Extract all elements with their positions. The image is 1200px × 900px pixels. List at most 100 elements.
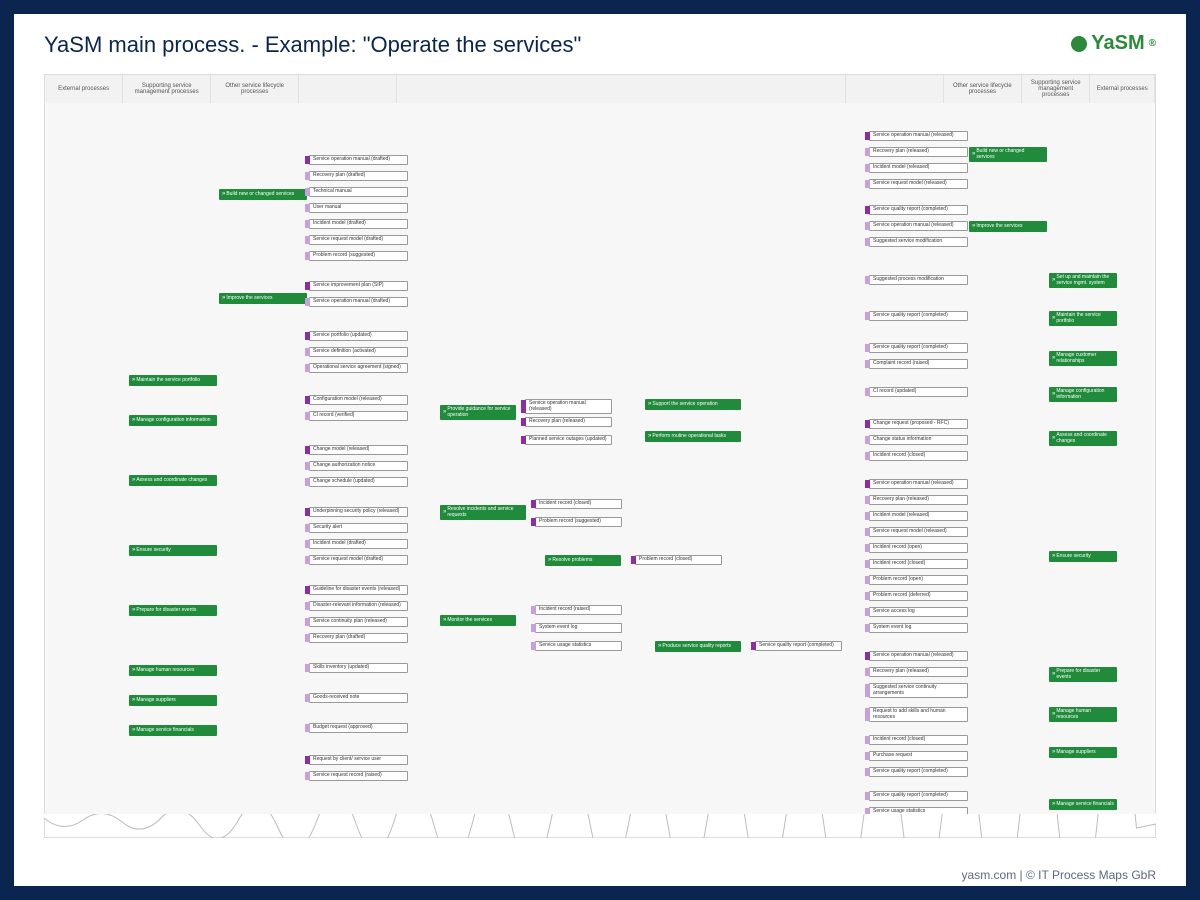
center-top-proc-1: »Perform routine operational tasks xyxy=(645,431,741,442)
right-process-2: »Set up and maintain the service mgmt. s… xyxy=(1049,273,1117,288)
right-doc-1: Recovery plan (released) xyxy=(869,147,968,157)
right-doc-28: Request to add skills and human resource… xyxy=(869,707,968,722)
left-process-0: »Build new or changed services xyxy=(219,189,307,200)
left-doc-0: Service operation manual (drafted) xyxy=(309,155,408,165)
lane-life-l: Other service lifecycle processes xyxy=(211,75,299,103)
center-monitor: »Monitor the services xyxy=(440,615,516,626)
torn-edge xyxy=(44,814,1156,838)
lane-ext-l: External processes xyxy=(45,75,123,103)
right-process-11: »Manage service financials xyxy=(1049,799,1117,810)
left-process-1: »Improve the services xyxy=(219,293,307,304)
center-top-doc-0: Service operation manual (released) xyxy=(525,399,612,414)
registered-mark: ® xyxy=(1149,38,1156,49)
left-doc-12: Configuration model (released) xyxy=(309,395,408,405)
page-title: YaSM main process. - Example: "Operate t… xyxy=(44,32,581,58)
left-doc-9: Service portfolio (updated) xyxy=(309,331,408,341)
lane-body-life-l xyxy=(215,103,306,835)
center-resolve: »Resolve incidents and service requests xyxy=(440,505,526,520)
left-doc-7: Service improvement plan (SIP) xyxy=(309,281,408,291)
lane-center xyxy=(397,75,846,103)
left-doc-4: Incident model (drafted) xyxy=(309,219,408,229)
lane-body-sup-r xyxy=(1045,103,1116,835)
right-doc-3: Service request model (released) xyxy=(869,179,968,189)
left-doc-11: Operational service agreement (signed) xyxy=(309,363,408,373)
right-process-10: »Manage suppliers xyxy=(1049,747,1117,758)
lane-body-ext-r xyxy=(1115,103,1156,835)
right-doc-18: Service request model (released) xyxy=(869,527,968,537)
right-doc-19: Incident record (open) xyxy=(869,543,968,553)
left-process-2: »Maintain the service portfolio xyxy=(129,375,217,386)
right-process-8: »Prepare for disaster events xyxy=(1049,667,1117,682)
lane-life-r: Other service lifecycle processes xyxy=(944,75,1022,103)
right-doc-9: Service quality report (completed) xyxy=(869,343,968,353)
footer: yasm.com | © IT Process Maps GbR xyxy=(962,868,1156,882)
right-doc-17: Incident model (released) xyxy=(869,511,968,521)
center-monitor-doc-1: System event log xyxy=(535,623,622,633)
lane-body-center xyxy=(405,103,866,835)
left-doc-15: Change authorization notice xyxy=(309,461,408,471)
left-doc-2: Technical manual xyxy=(309,187,408,197)
left-doc-3: User manual xyxy=(309,203,408,213)
left-doc-27: Budget request (approved) xyxy=(309,723,408,733)
right-process-3: »Maintain the service portfolio xyxy=(1049,311,1117,326)
center-resolve-problems: »Resolve problems xyxy=(545,555,621,566)
right-doc-14: Incident record (closed) xyxy=(869,451,968,461)
lane-ext-r: External processes xyxy=(1090,75,1155,103)
right-process-0: »Build new or changed services xyxy=(969,147,1047,162)
lane-sup-r: Supporting service management processes xyxy=(1022,75,1090,103)
right-doc-4: Service quality report (completed) xyxy=(869,205,968,215)
left-doc-23: Service continuity plan (released) xyxy=(309,617,408,627)
right-process-6: »Assess and coordinate changes xyxy=(1049,431,1117,446)
right-doc-0: Service operation manual (released) xyxy=(869,131,968,141)
right-doc-25: Service operation manual (released) xyxy=(869,651,968,661)
left-doc-8: Service operation manual (drafted) xyxy=(309,297,408,307)
right-doc-29: Incident record (closed) xyxy=(869,735,968,745)
center-provide-guidance: »Provide guidance for service operation xyxy=(440,405,516,420)
right-doc-8: Service quality report (completed) xyxy=(869,311,968,321)
center-resolve-doc-1: Problem record (suggested) xyxy=(535,517,622,527)
right-doc-30: Purchase request xyxy=(869,751,968,761)
left-doc-26: Goods-received note xyxy=(309,693,408,703)
left-process-8: »Manage suppliers xyxy=(129,695,217,706)
left-doc-6: Problem record (suggested) xyxy=(309,251,408,261)
center-top-doc-2: Planned service outages (updated) xyxy=(525,435,612,445)
right-process-9: »Manage human resources xyxy=(1049,707,1117,722)
left-doc-21: Guideline for disaster events (released) xyxy=(309,585,408,595)
right-doc-6: Suggested service modification xyxy=(869,237,968,247)
center-quality-doc: Service quality report (completed) xyxy=(755,641,842,651)
right-doc-5: Service operation manual (released) xyxy=(869,221,968,231)
left-doc-16: Change schedule (updated) xyxy=(309,477,408,487)
center-monitor-doc-2: Service usage statistics xyxy=(535,641,622,651)
footer-site: yasm.com xyxy=(962,868,1017,882)
left-process-5: »Ensure security xyxy=(129,545,217,556)
left-process-3: »Manage configuration information xyxy=(129,415,217,426)
left-doc-25: Skills inventory (updated) xyxy=(309,663,408,673)
left-process-7: »Manage human resources xyxy=(129,665,217,676)
left-process-9: »Manage service financials xyxy=(129,725,217,736)
brand-logo: YaSM ® xyxy=(1071,32,1156,55)
right-doc-13: Change status information xyxy=(869,435,968,445)
right-doc-2: Incident model (released) xyxy=(869,163,968,173)
left-doc-19: Incident model (drafted) xyxy=(309,539,408,549)
right-process-5: »Manage configuration information xyxy=(1049,387,1117,402)
right-doc-24: System event log xyxy=(869,623,968,633)
lane-docs-r xyxy=(846,75,944,103)
brand-text: YaSM xyxy=(1091,32,1144,55)
right-doc-7: Suggested process modification xyxy=(869,275,968,285)
header: YaSM main process. - Example: "Operate t… xyxy=(14,14,1186,64)
right-doc-20: Incident record (closed) xyxy=(869,559,968,569)
left-doc-5: Service request model (drafted) xyxy=(309,235,408,245)
right-process-1: »Improve the services xyxy=(969,221,1047,232)
left-doc-29: Service request record (raised) xyxy=(309,771,408,781)
left-doc-24: Recovery plan (drafted) xyxy=(309,633,408,643)
brand-icon xyxy=(1071,36,1087,52)
right-doc-10: Complaint record (raised) xyxy=(869,359,968,369)
center-monitor-doc-0: Incident record (raised) xyxy=(535,605,622,615)
diagram-frame: YaSM main process. - Example: "Operate t… xyxy=(0,0,1200,900)
footer-copyright: © IT Process Maps GbR xyxy=(1026,868,1156,882)
lane-sup-l: Supporting service management processes xyxy=(123,75,211,103)
right-doc-26: Recovery plan (released) xyxy=(869,667,968,677)
left-doc-13: CI record (verified) xyxy=(309,411,408,421)
right-process-7: »Ensure security xyxy=(1049,551,1117,562)
left-doc-14: Change model (released) xyxy=(309,445,408,455)
